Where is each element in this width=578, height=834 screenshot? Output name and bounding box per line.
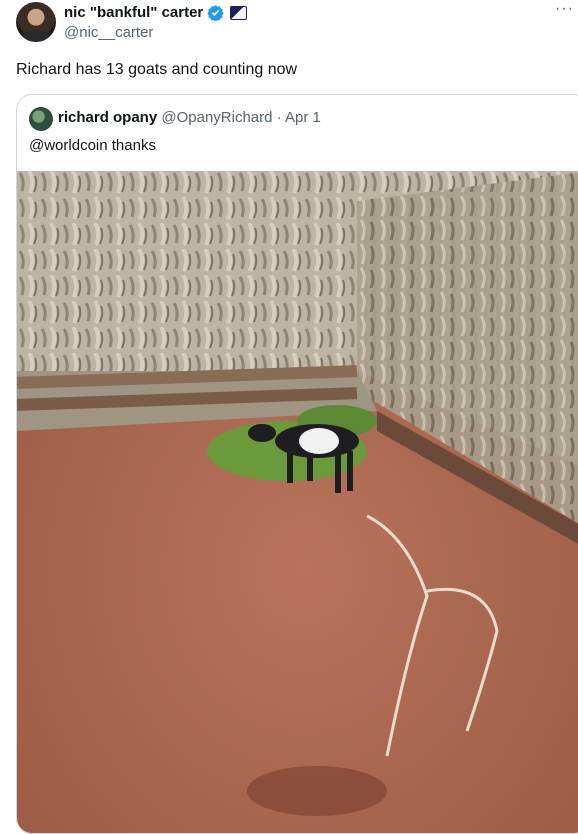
tweet: nic "bankful" carter @nic__carter ··· Ri… [0, 0, 578, 834]
quoted-author-avatar[interactable] [29, 107, 53, 131]
quoted-text: @worldcoin thanks [29, 137, 156, 154]
affiliate-badge-icon [230, 5, 248, 20]
quoted-tweet[interactable]: richard opany @OpanyRichard · Apr 1 @wor… [16, 94, 578, 834]
quoted-author-name[interactable]: richard opany [58, 109, 157, 126]
author-line: nic "bankful" carter [64, 4, 248, 21]
author-name[interactable]: nic "bankful" carter [64, 4, 203, 21]
quoted-author-line: richard opany @OpanyRichard · Apr 1 [58, 109, 321, 126]
more-options-icon[interactable]: ··· [555, 0, 574, 18]
tweet-text: Richard has 13 goats and counting now [16, 61, 298, 78]
author-avatar[interactable] [16, 2, 56, 42]
goat-pen-photo[interactable] [17, 171, 578, 834]
meta-separator: · [276, 109, 282, 126]
verified-badge-icon [207, 5, 224, 21]
quoted-date[interactable]: Apr 1 [285, 109, 321, 126]
quoted-author-handle[interactable]: @OpanyRichard [161, 109, 272, 126]
author-handle[interactable]: @nic__carter [64, 24, 153, 41]
